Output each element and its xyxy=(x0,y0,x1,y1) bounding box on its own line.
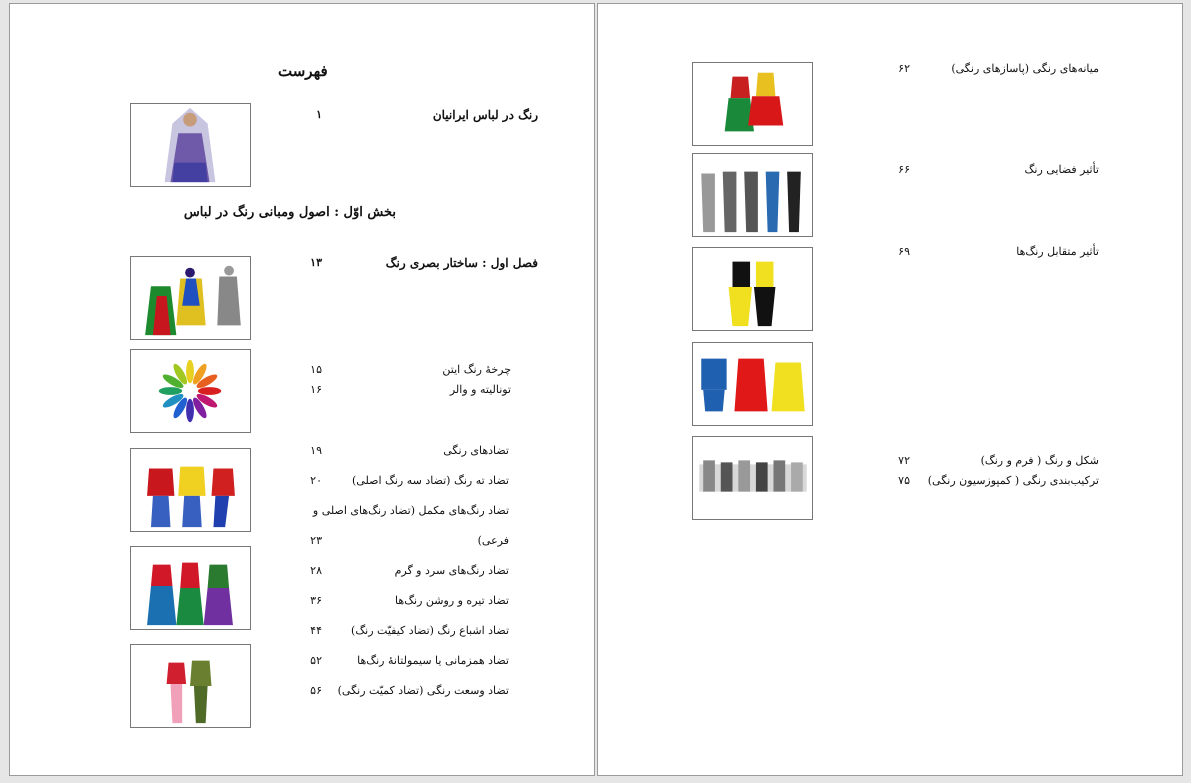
two-figures-yellow-black xyxy=(728,261,776,327)
toc-entry-page: ۲۸ xyxy=(310,564,322,577)
toc-entry-label: تضادهای رنگی xyxy=(443,444,509,457)
two-figures-illustration xyxy=(166,660,212,724)
color-wheel-image xyxy=(130,349,251,433)
left-page: فهرست رنگ در لباس ایرانیان ۱ بخش اوّل: … xyxy=(9,3,595,776)
three-figures-complementary-image xyxy=(130,546,251,630)
toc-entry-page: ۶۶ xyxy=(898,163,910,176)
two-figures-yellow-black-image xyxy=(692,247,813,331)
toc-entry-label: تضاد رنگ‌های مکمل (تضاد رنگ‌های اصلی و xyxy=(312,504,509,517)
veiled-woman-figure xyxy=(164,107,216,183)
toc-entry-label: چرخهٔ رنگ ایتن xyxy=(442,363,511,376)
toc-entry-label: تضاد اشباع رنگ (تضاد کیفیّت رنگ) xyxy=(351,624,509,637)
intro-entry-page: ۱ xyxy=(316,108,322,121)
toc-entry-label: تضاد ته رنگ (تضاد سه رنگ اصلی) xyxy=(352,474,509,487)
toc-entry-label: تونالیته و والر xyxy=(449,383,511,396)
costume-figures-illustration xyxy=(145,265,241,336)
grey-clothing-group xyxy=(699,460,807,492)
toc-entry-label: فرعی) xyxy=(477,534,509,547)
toc-entry-label: میانه‌های رنگی (پاسازهای رنگی) xyxy=(951,62,1099,75)
toc-entry-page: ۴۴ xyxy=(310,624,322,637)
toc-entry-page: ۲۰ xyxy=(310,474,322,487)
five-figures-image xyxy=(692,153,813,237)
toc-entry-page: ۷۲ xyxy=(898,454,910,467)
contents-title: فهرست xyxy=(278,62,328,80)
toc-entry-label: شکل و رنگ ( فرم و رنگ) xyxy=(980,454,1099,467)
three-dresses-image xyxy=(692,342,813,426)
veiled-woman-image xyxy=(130,103,251,187)
two-dresses-image xyxy=(692,62,813,146)
intro-entry-label: رنگ در لباس ایرانیان xyxy=(432,108,538,122)
toc-entry-page: ۱۵ xyxy=(310,363,322,376)
toc-entry-page: ۷۵ xyxy=(898,474,910,487)
toc-entry-page: ۶۹ xyxy=(898,245,910,258)
two-dresses-green-red xyxy=(724,72,784,132)
chapter-entry-page: ۱۳ xyxy=(310,256,322,269)
toc-entry-page: ۳۶ xyxy=(310,594,322,607)
right-page: میانه‌های رنگی (پاسازهای رنگی) ۶۲ تأثیر … xyxy=(597,3,1183,776)
chapter-entry-label: فصل اول : ساختار بصری رنگ xyxy=(385,256,538,270)
toc-entry-label: تضاد رنگ‌های سرد و گرم xyxy=(394,564,509,577)
toc-entry-label: ترکیب‌بندی رنگی ( کمپوزسیون رنگی) xyxy=(927,474,1099,487)
three-dresses-blue-red-yellow xyxy=(701,358,805,412)
five-figures-grey-blue xyxy=(701,171,801,233)
two-figures-image xyxy=(130,644,251,728)
toc-entry-page: ۲۳ xyxy=(310,534,322,547)
three-figures-complementary xyxy=(147,562,233,626)
part-heading: بخش اوّل : اصول ومبانی رنگ در لباس xyxy=(183,205,396,220)
three-figures-primary-image xyxy=(130,448,251,532)
three-figures-primary-colors xyxy=(147,466,235,528)
toc-entry-label: تضاد همزمانی یا سیمولتانهٔ رنگ‌ها xyxy=(357,654,509,667)
grey-clothing-group-image xyxy=(692,436,813,520)
toc-entry-label: تأثیر متقابل رنگ‌ها xyxy=(1016,245,1099,258)
toc-entry-label: تضاد وسعت رنگی (تضاد کمیّت رنگی) xyxy=(337,684,509,697)
toc-entry-page: ۵۶ xyxy=(310,684,322,697)
costume-figures-image xyxy=(130,256,251,340)
toc-entry-page: ۱۶ xyxy=(310,383,322,396)
toc-entry-label: تأثیر فضایی رنگ xyxy=(1024,163,1099,176)
color-wheel-illustration xyxy=(158,359,222,423)
toc-entry-page: ۶۲ xyxy=(898,62,910,75)
toc-entry-label: تضاد تیره و روشن رنگ‌ها xyxy=(395,594,509,607)
toc-entry-page: ۵۲ xyxy=(310,654,322,667)
toc-entry-page: ۱۹ xyxy=(310,444,322,457)
